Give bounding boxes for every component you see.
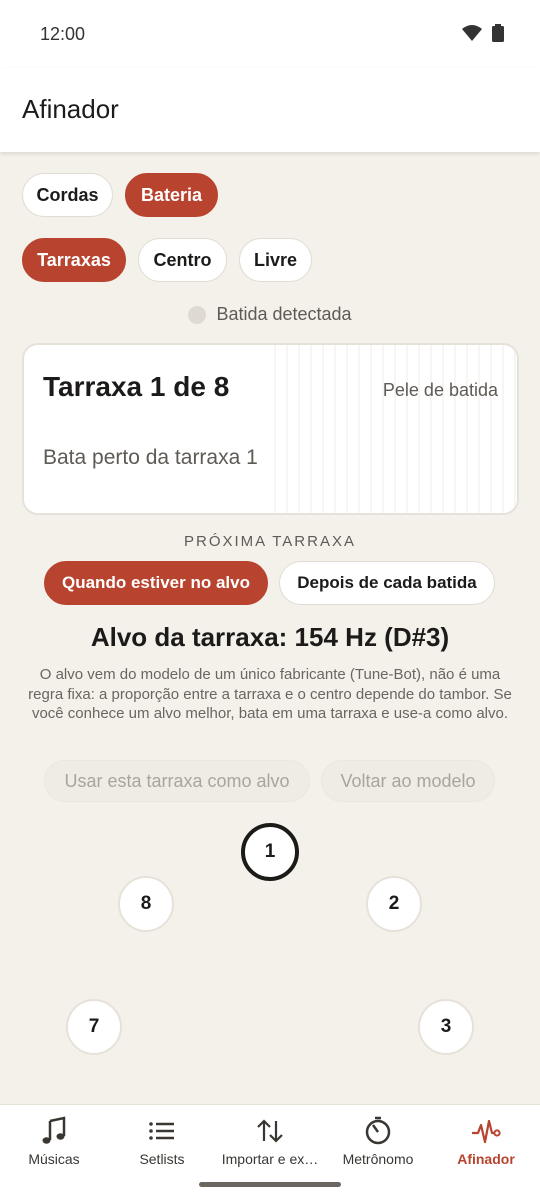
nav-label-metronomo: Metrônomo: [342, 1151, 414, 1167]
lug-8[interactable]: 8: [118, 876, 174, 932]
lug-card-title: Tarraxa 1 de 8: [43, 371, 230, 402]
import-export-icon: [257, 1119, 283, 1143]
reset-to-model-button[interactable]: Voltar ao modelo: [321, 760, 495, 802]
target-explanation: O alvo vem do modelo de um único fabrica…: [28, 666, 512, 722]
lug-card: Tarraxa 1 de 8 Pele de batida Bata perto…: [22, 343, 519, 515]
metronome-icon: [365, 1116, 391, 1145]
mode-centro[interactable]: Centro: [138, 238, 227, 282]
nav-label-musicas: Músicas: [28, 1151, 80, 1167]
nav-musicas[interactable]: Músicas: [0, 1105, 108, 1200]
home-indicator: [199, 1182, 341, 1187]
hit-detection-indicator: Batida detectada: [0, 304, 540, 325]
mode-livre[interactable]: Livre: [239, 238, 312, 282]
lug-1[interactable]: 1: [241, 823, 299, 881]
use-lug-as-target-button[interactable]: Usar esta tarraxa como alvo: [44, 760, 310, 802]
lug-2[interactable]: 2: [366, 876, 422, 932]
tab-bateria[interactable]: Bateria: [125, 173, 218, 217]
tab-cordas[interactable]: Cordas: [22, 173, 113, 217]
lug-target-heading: Alvo da tarraxa: 154 Hz (D#3): [90, 622, 450, 652]
status-bar: 12:00: [0, 0, 540, 68]
next-lug-label: PRÓXIMA TARRAXA: [184, 533, 356, 550]
detection-label: Batida detectada: [216, 304, 352, 324]
list-icon: [149, 1122, 174, 1140]
lug-7[interactable]: 7: [66, 999, 122, 1055]
nav-label-setlists: Setlists: [139, 1151, 185, 1167]
page-title: Afinador: [22, 94, 119, 124]
lug-3[interactable]: 3: [418, 999, 474, 1055]
wifi-icon: [462, 25, 482, 41]
battery-icon: [492, 24, 504, 42]
drum-head-label: Pele de batida: [382, 380, 498, 400]
tuner-icon: [472, 1119, 501, 1144]
status-time: 12:00: [40, 24, 86, 44]
nav-label-afinador: Afinador: [457, 1151, 515, 1167]
mode-tarraxas[interactable]: Tarraxas: [22, 238, 126, 282]
music-note-icon: [42, 1116, 66, 1144]
card-waveform-background: [264, 345, 517, 513]
lug-card-hint: Bata perto da tarraxa 1: [43, 446, 258, 469]
nav-label-importar-exportar: Importar e ex…: [221, 1151, 319, 1167]
nav-afinador[interactable]: Afinador: [432, 1105, 540, 1200]
next-when-on-target-button[interactable]: Quando estiver no alvo: [44, 561, 268, 605]
detection-dot: [188, 305, 207, 324]
next-after-each-hit-button[interactable]: Depois de cada batida: [279, 561, 495, 605]
status-icons: [462, 24, 504, 42]
app-bar: Afinador: [0, 68, 540, 152]
